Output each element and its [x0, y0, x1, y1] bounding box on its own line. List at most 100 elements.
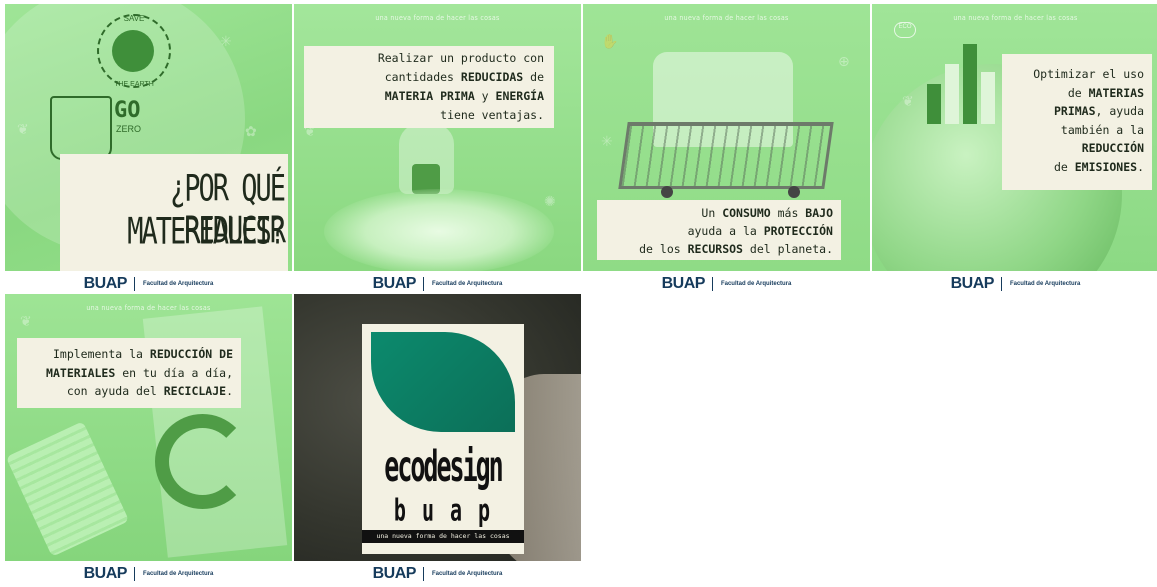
footer: BUAP Facultad de Arquitectura: [583, 272, 870, 296]
brand-word-2: buap: [393, 492, 507, 528]
plant-icon: ✺: [544, 194, 556, 210]
eco-badge-text: ECO: [898, 24, 912, 30]
text-span: de: [1053, 159, 1075, 174]
text-span: .: [1137, 159, 1144, 174]
post-tile-6[interactable]: ecodesign buap una nueva forma de hacer …: [294, 294, 581, 586]
paper-cups-stack: [5, 421, 130, 557]
headline-box: ¿POR QUÉ REDUCIR MATERIALES?: [60, 154, 288, 271]
cart-wheel: [661, 186, 673, 198]
text-span: Implementa la: [52, 347, 150, 361]
text-span-bold: EMISIONES: [1074, 159, 1138, 174]
text-span-bold: REDUCCIÓN DE: [149, 347, 233, 361]
post-image: una nueva forma de hacer las cosas ✋ ⊕ ✳…: [583, 4, 870, 271]
footer-divider: [133, 567, 135, 581]
text-line-2: MATERIALES en tu día a día,: [17, 364, 233, 383]
earth-icon: [112, 30, 154, 72]
text-span: más: [770, 206, 806, 220]
cup-go-text: GO: [114, 98, 141, 123]
headline-line-2: MATERIALES?: [127, 211, 286, 253]
buap-logo: BUAP: [372, 565, 417, 582]
faculty-label: Facultad de Arquitectura: [142, 281, 214, 287]
brand-subtitle: una nueva forma de hacer las cosas: [362, 530, 524, 543]
post-image: SAVE THE EARTH GO ZERO ❦ ✳ ✿ ¿POR QUÉ RE…: [5, 4, 292, 271]
post-tile-4[interactable]: una nueva forma de hacer las cosas ECO ❦…: [872, 4, 1157, 296]
post-image: una nueva forma de hacer las cosas ❦ Imp…: [5, 294, 292, 561]
footer: BUAP Facultad de Arquitectura: [5, 562, 292, 586]
bulb-icon: ✳: [601, 134, 613, 150]
leaf-logo-icon: [371, 332, 515, 432]
text-box: Optimizar el uso de MATERIAS PRIMAS, ayu…: [1002, 54, 1152, 190]
cup-zero-text: ZERO: [116, 124, 142, 134]
text-span: de: [523, 70, 544, 84]
footer-divider: [422, 567, 424, 581]
text-line-6: de EMISIONES.: [1002, 158, 1144, 177]
cart-wheel: [788, 186, 800, 198]
text-span: Optimizar el uso: [1033, 67, 1144, 81]
faculty-label: Facultad de Arquitectura: [720, 281, 792, 287]
post-image: una nueva forma de hacer las cosas ✺ ❦ R…: [294, 4, 581, 271]
post-tile-5[interactable]: una nueva forma de hacer las cosas ❦ Imp…: [5, 294, 292, 586]
text-line-2: de MATERIAS: [1002, 84, 1144, 103]
text-span-bold: CONSUMO: [722, 206, 771, 220]
text-box: Realizar un producto con cantidades REDU…: [304, 46, 554, 128]
block: [927, 84, 941, 124]
eco-badge: ECO: [894, 22, 916, 38]
post-tile-2[interactable]: una nueva forma de hacer las cosas ✺ ❦ R…: [294, 4, 581, 296]
buap-logo: BUAP: [950, 275, 995, 292]
text-line-3: PRIMAS, ayuda: [1002, 102, 1144, 121]
post-tile-1[interactable]: SAVE THE EARTH GO ZERO ❦ ✳ ✿ ¿POR QUÉ RE…: [5, 4, 292, 296]
hand-icon: ✋: [601, 34, 619, 50]
text-box: Implementa la REDUCCIÓN DE MATERIALES en…: [17, 338, 241, 408]
shredded-plastic: [324, 189, 554, 271]
text-span: de: [1067, 85, 1089, 100]
bulb-icon: ✳: [220, 34, 232, 50]
faculty-label: Facultad de Arquitectura: [431, 571, 503, 577]
text-line-4: también a la: [1002, 121, 1144, 140]
text-span: y: [474, 89, 496, 103]
text-span-bold: RECURSOS: [687, 242, 743, 256]
text-span: tiene ventajas.: [440, 108, 544, 122]
buap-logo: BUAP: [83, 275, 128, 292]
post-tile-3[interactable]: una nueva forma de hacer las cosas ✋ ⊕ ✳…: [583, 4, 870, 296]
text-span-bold: RECICLAJE: [163, 384, 227, 398]
buap-logo: BUAP: [83, 565, 128, 582]
text-span-bold: PROTECCIÓN: [763, 224, 833, 238]
text-span-bold: MATERIAS: [1088, 85, 1144, 100]
block: [981, 72, 995, 124]
footer: BUAP Facultad de Arquitectura: [872, 272, 1157, 296]
leaf-icon: ❦: [20, 314, 32, 330]
text-line-5: REDUCCIÓN: [1002, 139, 1144, 158]
text-line-4: tiene ventajas.: [304, 106, 544, 125]
faculty-label: Facultad de Arquitectura: [142, 571, 214, 577]
text-line-2: cantidades REDUCIDAS de: [304, 68, 544, 87]
text-span-bold: REDUCCIÓN: [1081, 141, 1144, 155]
text-line-1: Optimizar el uso: [1002, 65, 1144, 84]
tagline: una nueva forma de hacer las cosas: [953, 14, 1078, 22]
footer: BUAP Facultad de Arquitectura: [294, 562, 581, 586]
text-line-3: MATERIA PRIMA y ENERGÍA: [304, 87, 544, 106]
footer: BUAP Facultad de Arquitectura: [5, 272, 292, 296]
text-span-bold: ENERGÍA: [495, 89, 544, 103]
earth-badge: SAVE THE EARTH: [97, 14, 171, 88]
badge-bottom-text: THE EARTH: [114, 81, 154, 88]
drop-icon: ✿: [245, 124, 257, 140]
logo-card: ecodesign buap una nueva forma de hacer …: [362, 324, 524, 554]
brand-word-1: ecodesign: [384, 442, 503, 492]
zero-waste-cup: GO ZERO: [50, 96, 141, 160]
text-span: también a la: [1060, 122, 1144, 137]
badge-top-text: SAVE: [123, 14, 145, 23]
text-span: cantidades: [384, 70, 461, 84]
block: [945, 64, 959, 124]
post-image: ecodesign buap una nueva forma de hacer …: [294, 294, 581, 561]
faculty-label: Facultad de Arquitectura: [431, 281, 503, 287]
text-line-1: Implementa la REDUCCIÓN DE: [17, 345, 233, 364]
footer-divider: [711, 277, 713, 291]
text-span: .: [226, 384, 233, 398]
text-span: con ayuda del: [66, 384, 164, 398]
text-span-bold: REDUCIDAS: [460, 70, 524, 84]
leaf-icon: ❦: [902, 94, 914, 110]
text-span: , ayuda: [1095, 104, 1144, 118]
text-span-bold: MATERIALES: [46, 365, 116, 380]
block: [963, 44, 977, 124]
faculty-label: Facultad de Arquitectura: [1009, 281, 1081, 287]
